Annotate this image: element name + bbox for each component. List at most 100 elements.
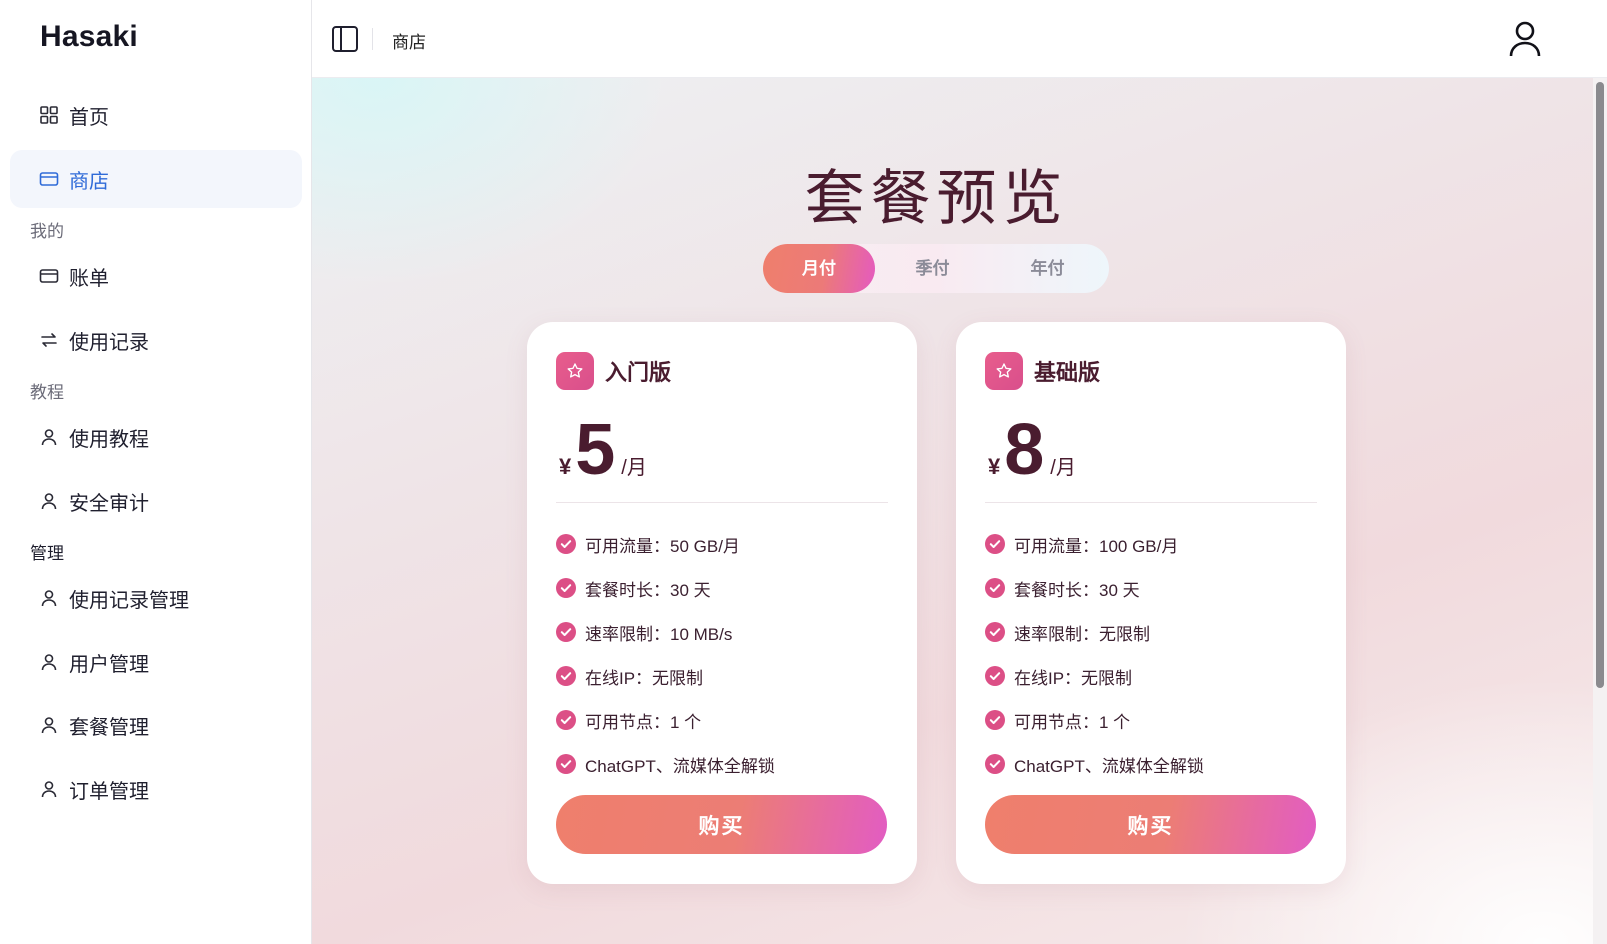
feature-text: 可用流量：50 GB/月 [585,536,740,556]
feature-item: 在线IP：无限制 [556,654,775,698]
plan-card-starter: 入门版 ¥ 5 /月 可用流量：50 GB/月 套餐时长：30 天 速率限制：1… [527,322,917,884]
sidebar-item-shop[interactable]: 商店 [10,150,302,208]
plan-header: 基础版 [985,352,1100,390]
feature-text: ChatGPT、流媒体全解锁 [585,756,775,776]
check-circle-icon [985,534,1005,554]
check-circle-icon [985,710,1005,730]
card-divider [985,502,1317,503]
user-icon [39,779,59,799]
feature-text: ChatGPT、流媒体全解锁 [1014,756,1204,776]
check-circle-icon [556,754,576,774]
check-circle-icon [556,710,576,730]
sidebar-item-label: 商店 [69,170,109,193]
feature-text: 在线IP：无限制 [1014,668,1133,688]
sidebar-item-tutorial[interactable]: 使用教程 [10,408,302,466]
feature-item: 套餐时长：30 天 [985,566,1204,610]
period-option-quarterly[interactable]: 季付 [875,244,990,293]
section-label-mine: 我的 [30,222,64,241]
feature-text: 套餐时长：30 天 [585,580,711,600]
page-title: 套餐预览 [804,164,1069,234]
sidebar-item-label: 订单管理 [69,780,149,803]
feature-item: 可用流量：50 GB/月 [556,522,775,566]
feature-list: 可用流量：50 GB/月 套餐时长：30 天 速率限制：10 MB/s 在线IP… [556,522,775,786]
user-icon [39,715,59,735]
sidebar-item-order-management[interactable]: 订单管理 [10,760,302,818]
check-circle-icon [556,578,576,598]
sidebar-item-label: 套餐管理 [69,716,149,739]
check-circle-icon [556,622,576,642]
feature-text: 可用节点：1 个 [1014,712,1131,732]
star-icon [556,352,594,390]
sidebar-item-plan-management[interactable]: 套餐管理 [10,696,302,754]
feature-item: 速率限制：无限制 [985,610,1204,654]
vertical-scrollbar[interactable] [1593,78,1607,944]
sidebar-item-label: 使用记录管理 [69,589,189,612]
user-icon [39,491,59,511]
feature-item: ChatGPT、流媒体全解锁 [556,742,775,786]
sidebar-toggle-button[interactable] [330,24,360,54]
period-option-yearly[interactable]: 年付 [990,244,1105,293]
grid-icon [39,105,59,125]
price-unit: /月 [621,457,647,479]
shop-main: 套餐预览 月付 季付 年付 入门版 ¥ 5 /月 可用流量：50 GB/月 套餐… [312,78,1607,944]
feature-item: 可用节点：1 个 [985,698,1204,742]
feature-text: 速率限制：无限制 [1014,624,1150,644]
plan-name: 基础版 [1034,360,1101,385]
sidebar-item-user-management[interactable]: 用户管理 [10,633,302,691]
sidebar-item-billing[interactable]: 账单 [10,247,302,305]
plan-header: 入门版 [556,352,671,390]
feature-item: 在线IP：无限制 [985,654,1204,698]
swap-icon [39,330,59,350]
feature-item: 套餐时长：30 天 [556,566,775,610]
user-icon [39,427,59,447]
feature-item: ChatGPT、流媒体全解锁 [985,742,1204,786]
buy-button[interactable]: 购买 [985,795,1316,854]
feature-list: 可用流量：100 GB/月 套餐时长：30 天 速率限制：无限制 在线IP：无限… [985,522,1204,786]
check-circle-icon [985,666,1005,686]
feature-text: 在线IP：无限制 [585,668,704,688]
check-circle-icon [556,534,576,554]
card-icon [39,266,59,286]
section-label-tutorial: 教程 [30,383,64,402]
star-icon [985,352,1023,390]
feature-item: 可用节点：1 个 [556,698,775,742]
sidebar-item-usage-records[interactable]: 使用记录 [10,311,302,369]
user-avatar-button[interactable] [1507,20,1543,58]
sidebar-item-label: 使用记录 [69,331,149,354]
sidebar-item-security-audit[interactable]: 安全审计 [10,472,302,530]
plan-card-basic: 基础版 ¥ 8 /月 可用流量：100 GB/月 套餐时长：30 天 速率限制：… [956,322,1346,884]
sidebar-item-label: 用户管理 [69,653,149,676]
header-divider [372,28,373,50]
card-divider [556,502,888,503]
buy-button[interactable]: 购买 [556,795,887,854]
user-icon [39,588,59,608]
card-icon [39,169,59,189]
sidebar-item-label: 使用教程 [69,428,149,451]
user-icon [1509,21,1541,57]
feature-text: 可用流量：100 GB/月 [1014,536,1179,556]
plan-price: ¥ 8 /月 [988,410,1076,490]
section-label-admin: 管理 [30,544,64,563]
sidebar-toggle-icon [332,26,358,52]
sidebar: Hasaki 首页 商店 我的 账单 使用记录 教程 使用教程 安全审计 管理 … [0,0,312,944]
sidebar-item-label: 首页 [69,106,109,129]
sidebar-item-home[interactable]: 首页 [10,86,302,144]
sidebar-item-usage-management[interactable]: 使用记录管理 [10,569,302,627]
price-unit: /月 [1050,457,1076,479]
check-circle-icon [985,622,1005,642]
app-logo: Hasaki [40,20,138,53]
billing-period-switch: 月付 季付 年付 [763,244,1109,293]
feature-text: 可用节点：1 个 [585,712,702,732]
plan-price: ¥ 5 /月 [559,410,647,490]
price-currency: ¥ [988,454,1001,479]
feature-text: 速率限制：10 MB/s [585,624,733,644]
breadcrumb: 商店 [392,33,426,52]
check-circle-icon [556,666,576,686]
feature-item: 速率限制：10 MB/s [556,610,775,654]
scrollbar-thumb[interactable] [1596,82,1604,688]
user-icon [39,652,59,672]
period-option-monthly[interactable]: 月付 [763,244,875,293]
sidebar-item-label: 安全审计 [69,492,149,515]
price-currency: ¥ [559,454,572,479]
feature-text: 套餐时长：30 天 [1014,580,1140,600]
